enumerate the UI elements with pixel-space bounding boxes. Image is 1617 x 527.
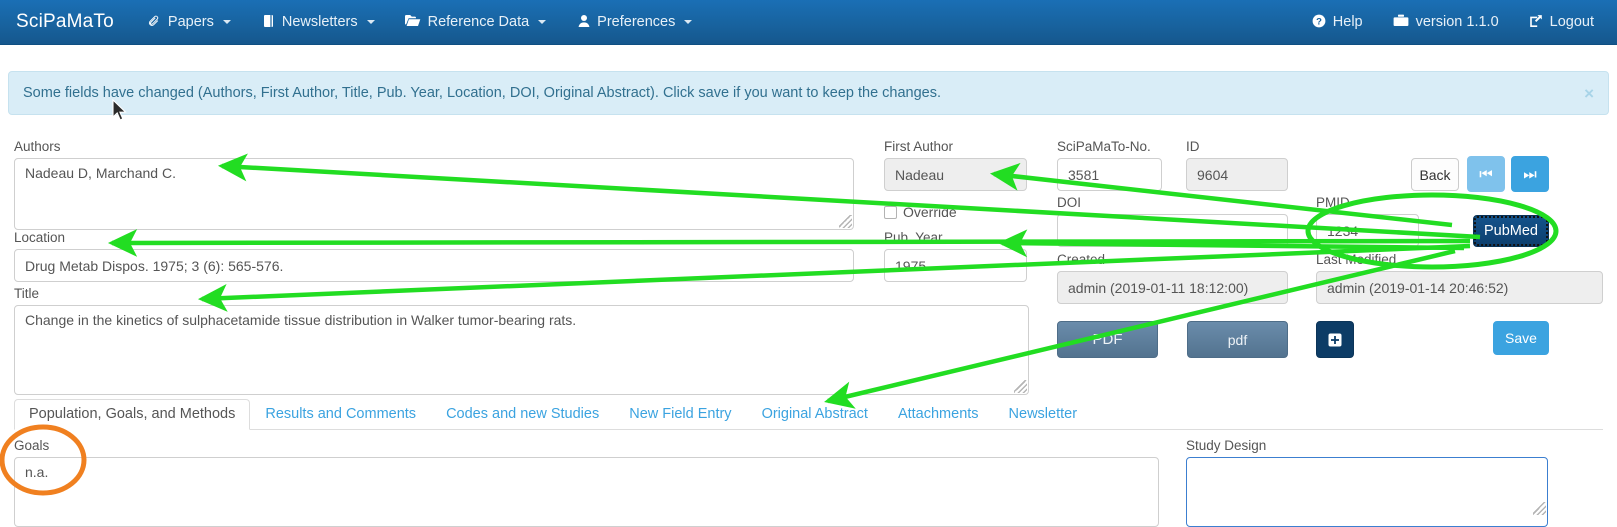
tab-codes-and-new-studies[interactable]: Codes and new Studies <box>431 399 614 430</box>
nav-item-label: Help <box>1332 14 1363 30</box>
pub-year-label: Pub. Year <box>884 230 943 245</box>
created-input[interactable] <box>1057 271 1288 304</box>
goals-label: Goals <box>14 438 50 453</box>
sign-out-icon <box>1529 14 1544 31</box>
title-input[interactable] <box>14 305 1029 395</box>
tab-bar: Population, Goals, and Methods Results a… <box>14 399 1603 430</box>
pub-year-field-wrap <box>884 249 1027 282</box>
scipamato-no-field-wrap <box>1057 158 1162 191</box>
nav-item-label: Reference Data <box>427 14 530 30</box>
chevron-down-icon <box>366 20 375 24</box>
first-author-label: First Author <box>884 139 954 154</box>
pdf-upper-button[interactable]: PDF <box>1057 321 1158 358</box>
folder-icon <box>405 14 422 30</box>
authors-input[interactable] <box>14 158 854 230</box>
nav-item-label: Preferences <box>597 14 676 30</box>
nav-item-preferences[interactable]: Preferences <box>561 0 707 45</box>
chevron-down-icon <box>222 20 231 24</box>
navbar-menu: Papers Newsletters Reference Data Prefer… <box>132 0 707 45</box>
study-design-label: Study Design <box>1186 438 1267 453</box>
pub-year-input[interactable] <box>884 249 1027 282</box>
tab-population-goals-methods[interactable]: Population, Goals, and Methods <box>14 399 251 430</box>
chevron-down-icon <box>538 20 547 24</box>
override-checkbox[interactable] <box>884 205 897 219</box>
nav-item-newsletters[interactable]: Newsletters <box>246 0 390 45</box>
location-label: Location <box>14 230 66 245</box>
user-icon <box>576 14 591 31</box>
scipamato-no-input[interactable] <box>1057 158 1162 191</box>
back-button[interactable]: Back <box>1411 158 1459 191</box>
last-page-button[interactable]: ⏭ <box>1511 156 1549 192</box>
last-modified-label: Last Modified <box>1316 252 1397 267</box>
pmid-input[interactable] <box>1316 214 1419 247</box>
nav-item-reference-data[interactable]: Reference Data <box>390 0 562 45</box>
pubmed-button[interactable]: PubMed <box>1473 215 1549 247</box>
authors-label: Authors <box>14 139 61 154</box>
last-modified-field-wrap <box>1316 271 1603 304</box>
scipamato-no-label: SciPaMaTo-No. <box>1057 139 1151 154</box>
nav-item-label: Papers <box>167 14 214 30</box>
tab-original-abstract[interactable]: Original Abstract <box>747 399 883 430</box>
pdf-lower-button[interactable]: pdf <box>1187 321 1288 358</box>
override-label: Override <box>903 204 957 220</box>
title-field-wrap <box>14 305 1029 395</box>
mouse-cursor <box>112 99 127 121</box>
first-page-button[interactable]: ⏮ <box>1467 156 1505 192</box>
tab-results-and-comments[interactable]: Results and Comments <box>250 399 431 430</box>
last-modified-input[interactable] <box>1316 271 1603 304</box>
chevron-down-icon <box>684 20 693 24</box>
nav-item-version[interactable]: version 1.1.0 <box>1378 0 1514 45</box>
nav-item-label: version 1.1.0 <box>1415 14 1499 30</box>
id-input[interactable] <box>1186 158 1288 191</box>
tab-newsletter[interactable]: Newsletter <box>994 399 1093 430</box>
override-checkbox-row[interactable]: Override <box>884 204 957 220</box>
id-label: ID <box>1186 139 1200 154</box>
created-field-wrap <box>1057 271 1288 304</box>
title-label: Title <box>14 286 40 301</box>
location-input[interactable] <box>14 249 854 282</box>
nav-item-label: Logout <box>1549 14 1594 30</box>
id-field-wrap <box>1186 158 1288 191</box>
nav-item-papers[interactable]: Papers <box>132 0 246 45</box>
top-navbar: SciPaMaTo Papers Newsletters Reference D… <box>0 0 1617 45</box>
location-field-wrap <box>14 249 854 282</box>
navbar-right-menu: ? Help version 1.1.0 Logout <box>1297 0 1617 45</box>
alert-message: Some fields have changed (Authors, First… <box>23 85 942 101</box>
tab-attachments[interactable]: Attachments <box>883 399 994 430</box>
add-button[interactable] <box>1316 321 1354 358</box>
suitcase-icon <box>1393 14 1410 30</box>
first-author-field-wrap <box>884 158 1027 191</box>
pmid-label: PMID <box>1316 195 1350 210</box>
nav-item-label: Newsletters <box>281 14 358 30</box>
pmid-field-wrap <box>1316 214 1419 247</box>
question-circle-icon: ? <box>1312 14 1327 31</box>
nav-item-logout[interactable]: Logout <box>1514 0 1609 45</box>
tab-new-field-entry[interactable]: New Field Entry <box>614 399 746 430</box>
save-button[interactable]: Save <box>1493 321 1549 355</box>
nav-item-help[interactable]: ? Help <box>1297 0 1378 45</box>
first-author-input[interactable] <box>884 158 1027 191</box>
created-label: Created <box>1057 252 1106 267</box>
authors-field-wrap <box>14 158 854 230</box>
svg-text:?: ? <box>1316 16 1322 27</box>
book-icon <box>261 14 276 31</box>
plus-square-icon <box>1328 333 1342 346</box>
paperclip-icon <box>147 14 162 31</box>
alert-fields-changed: Some fields have changed (Authors, First… <box>8 71 1609 115</box>
doi-input[interactable] <box>1057 214 1288 247</box>
brand-logo[interactable]: SciPaMaTo <box>0 11 132 33</box>
close-icon[interactable]: × <box>1584 85 1608 102</box>
doi-label: DOI <box>1057 195 1082 210</box>
doi-field-wrap <box>1057 214 1288 247</box>
